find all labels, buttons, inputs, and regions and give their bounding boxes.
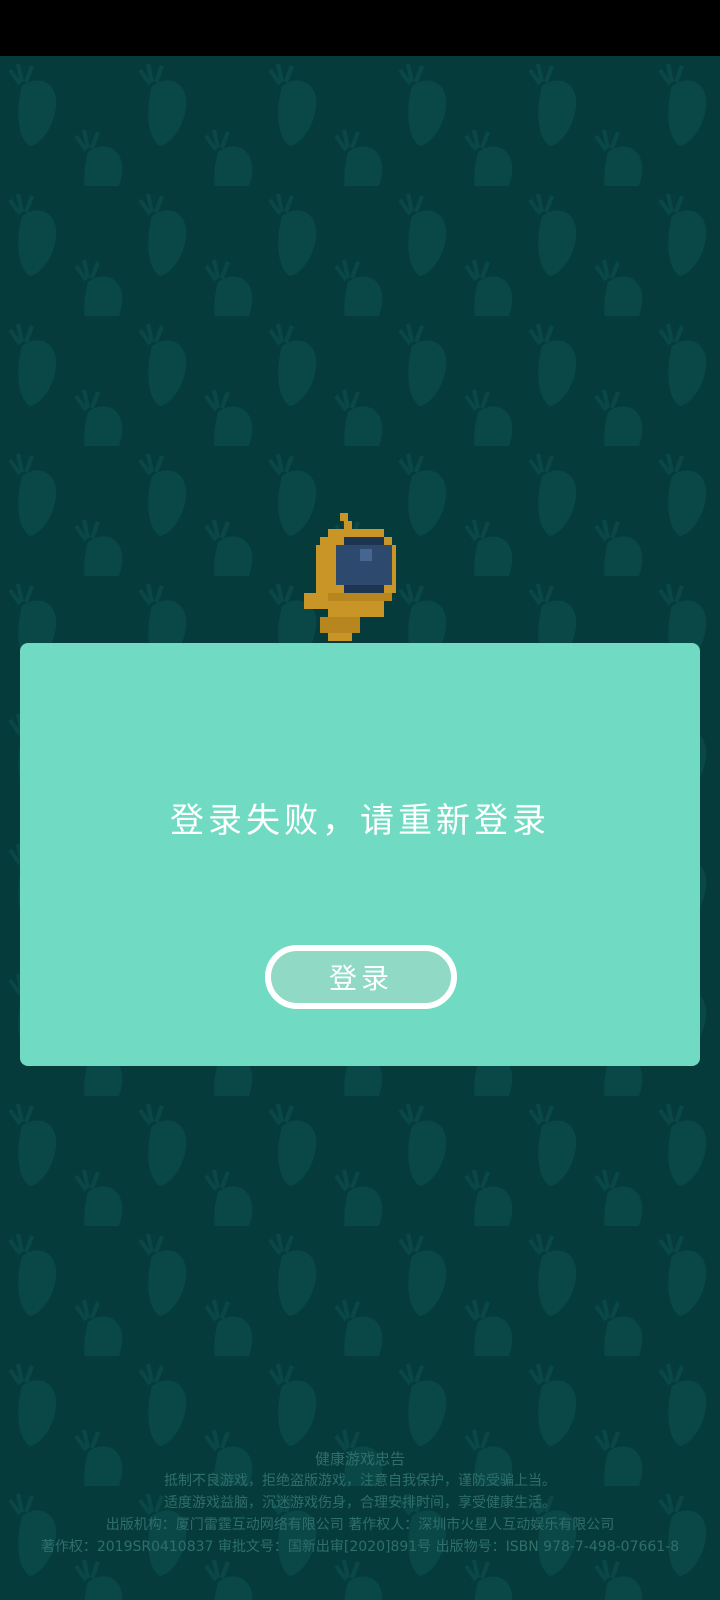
notice-line-1: 抵制不良游戏，拒绝盗版游戏，注意自我保护，谨防受骗上当。: [164, 1473, 556, 1489]
notice-line-2: 适度游戏益脑，沉迷游戏伤身，合理安排时间，享受健康生活。: [164, 1495, 556, 1511]
health-game-notice: 健康游戏忠告 抵制不良游戏，拒绝盗版游戏，注意自我保护，谨防受骗上当。 适度游戏…: [0, 1448, 720, 1558]
notice-title: 健康游戏忠告: [314, 1450, 405, 1468]
copyright-line: 著作权：2019SR0410837 审批文号：国新出审[2020]891号 出版…: [40, 1539, 680, 1555]
pixel-astronaut-icon: [304, 513, 396, 641]
login-failed-dialog: 登录失败，请重新登录 登录: [20, 643, 700, 1066]
dialog-message: 登录失败，请重新登录: [170, 801, 550, 841]
status-bar: [0, 0, 720, 56]
login-button[interactable]: 登录: [265, 945, 457, 1009]
publisher-line: 出版机构：厦门雷霆互动网络有限公司 著作权人：深圳市火星人互动娱乐有限公司: [105, 1517, 615, 1533]
